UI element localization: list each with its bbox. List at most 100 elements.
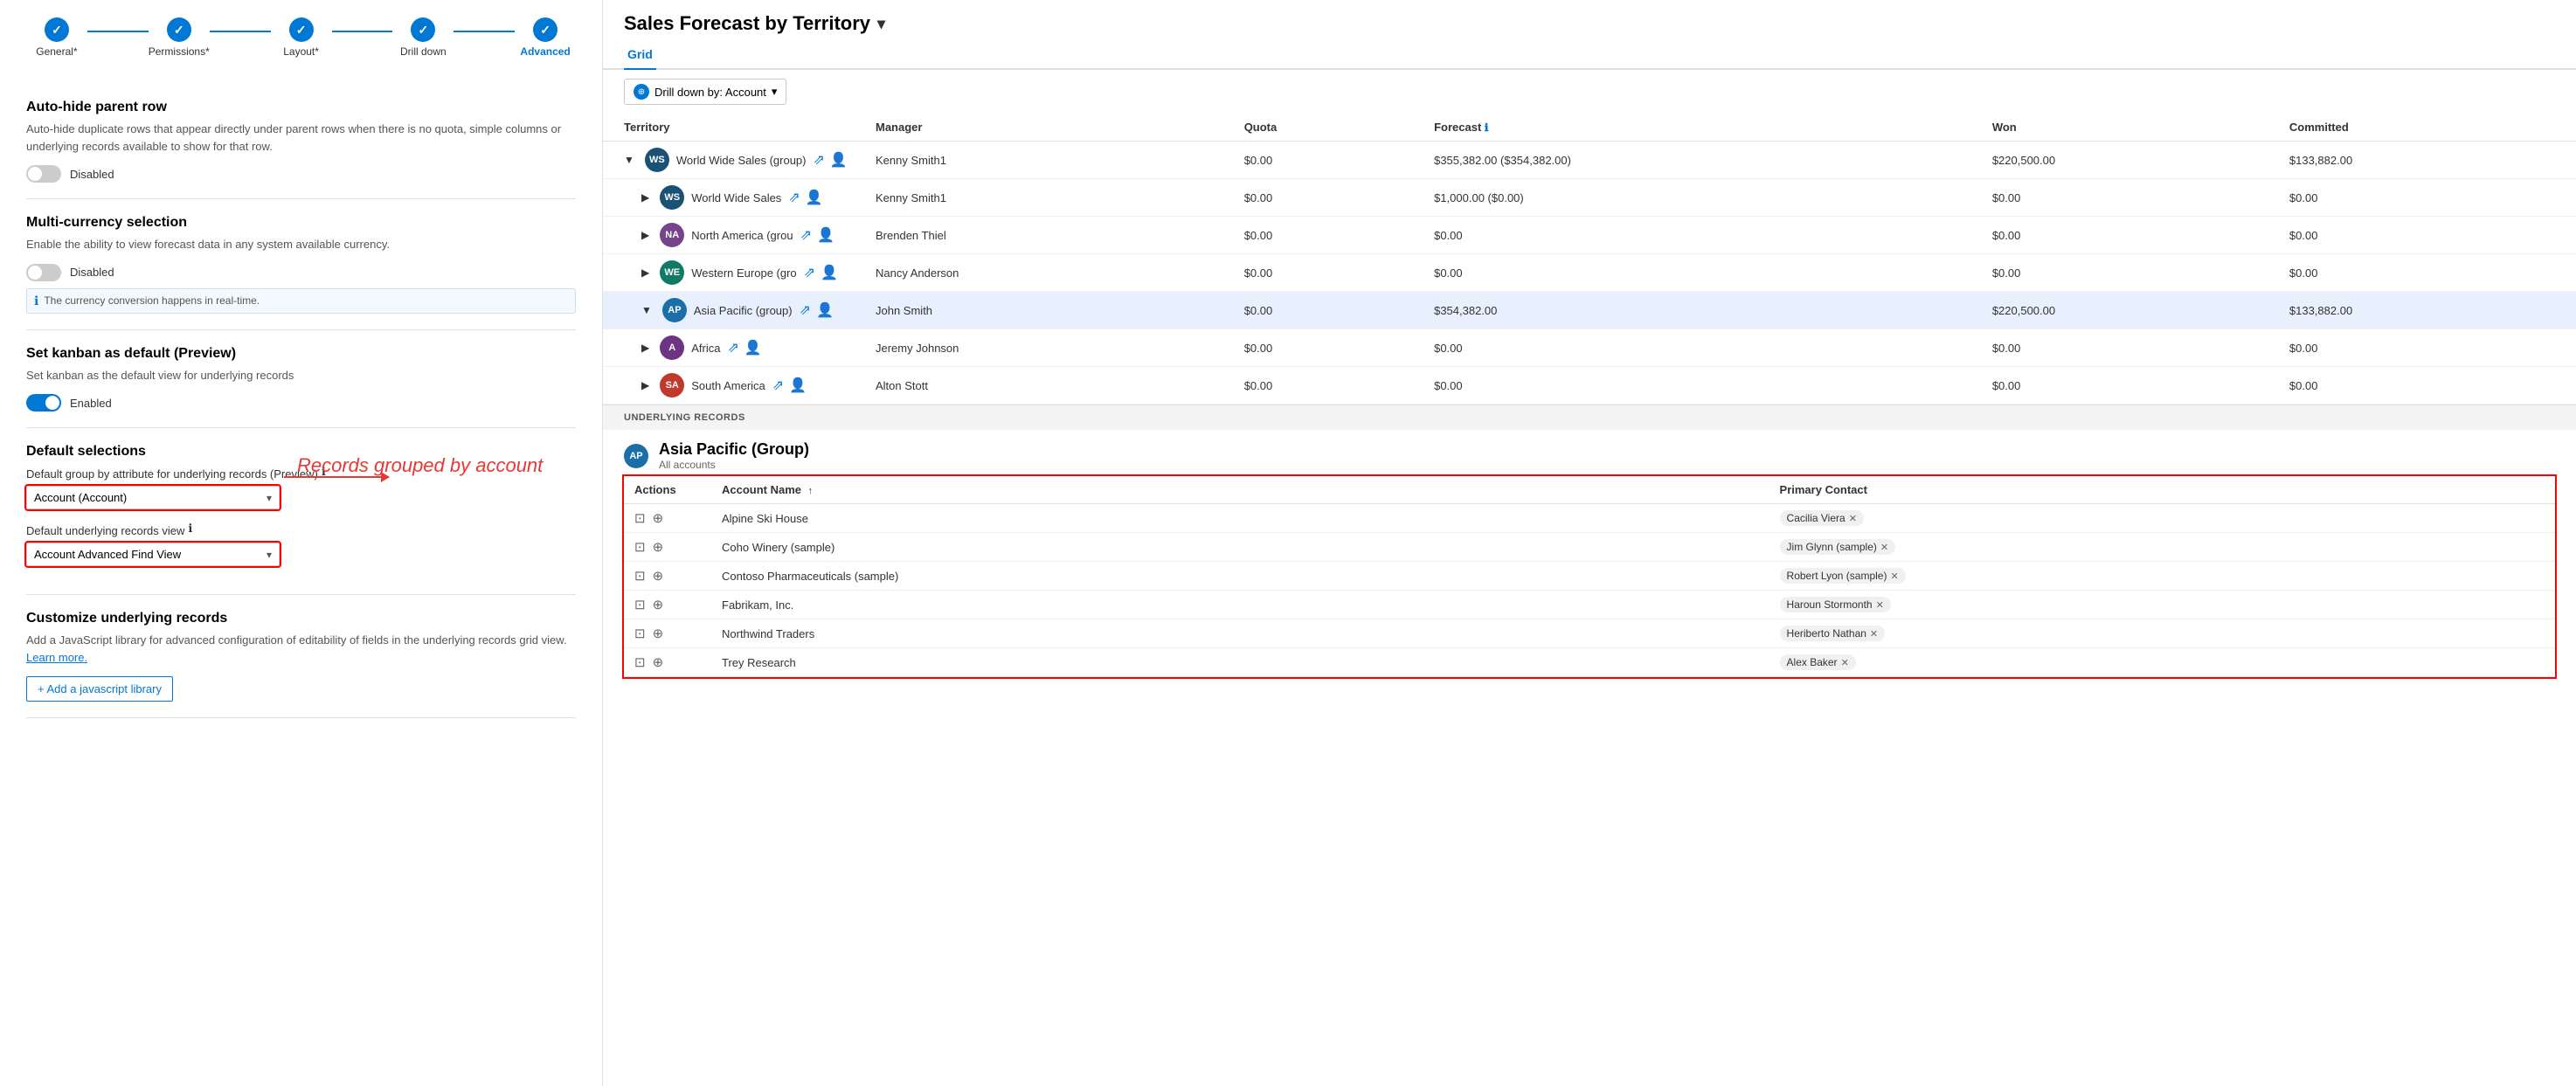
multicurrency-toggle[interactable] bbox=[26, 264, 61, 281]
contact-remove-1[interactable]: ✕ bbox=[1880, 542, 1888, 553]
step-advanced[interactable]: ✓ Advanced bbox=[515, 17, 576, 58]
share-icon-1[interactable]: ⇗ bbox=[788, 189, 800, 206]
col-primary-contact: Primary Contact bbox=[1769, 476, 2555, 504]
forecast-row-won-6: $0.00 bbox=[1982, 367, 2279, 405]
record-account-3[interactable]: Fabrikam, Inc. bbox=[711, 591, 1769, 619]
expand-btn-5[interactable]: ▶ bbox=[641, 342, 649, 354]
multicurrency-title: Multi-currency selection bbox=[26, 215, 576, 231]
view-info-icon[interactable]: ℹ bbox=[188, 522, 192, 536]
person-icon-4[interactable]: 👤 bbox=[816, 301, 834, 319]
record-open-icon-5[interactable]: ⊡ bbox=[634, 654, 646, 670]
record-contact-5: Alex Baker ✕ bbox=[1769, 648, 2555, 677]
underlying-avatar: AP bbox=[624, 444, 648, 468]
col-quota: Quota bbox=[1234, 114, 1423, 142]
contact-remove-3[interactable]: ✕ bbox=[1876, 599, 1884, 611]
col-committed: Committed bbox=[2279, 114, 2576, 142]
forecast-info-icon[interactable]: ℹ bbox=[1485, 121, 1489, 134]
step-circle-layout: ✓ bbox=[289, 17, 314, 42]
record-more-icon-2[interactable]: ⊕ bbox=[653, 568, 664, 584]
annotation-arrow bbox=[284, 476, 389, 478]
underlying-title-row: AP Asia Pacific (Group) All accounts bbox=[603, 430, 2576, 476]
col-account-name[interactable]: Account Name ↑ bbox=[711, 476, 1769, 504]
drilldown-button[interactable]: ⊕ Drill down by: Account ▾ bbox=[624, 79, 786, 105]
step-label-permissions: Permissions* bbox=[149, 45, 210, 58]
share-icon-0[interactable]: ⇗ bbox=[813, 151, 824, 169]
record-open-icon-0[interactable]: ⊡ bbox=[634, 510, 646, 526]
forecast-row-committed-1: $0.00 bbox=[2279, 179, 2576, 217]
step-circle-general: ✓ bbox=[45, 17, 69, 42]
record-more-icon-4[interactable]: ⊕ bbox=[653, 626, 664, 641]
contact-remove-2[interactable]: ✕ bbox=[1890, 571, 1898, 582]
forecast-title: Sales Forecast by Territory bbox=[624, 12, 870, 35]
autohide-toggle[interactable] bbox=[26, 165, 61, 183]
default-selections-section: Default selections Default group by attr… bbox=[26, 428, 576, 595]
add-javascript-button[interactable]: + Add a javascript library bbox=[26, 676, 173, 702]
contact-remove-0[interactable]: ✕ bbox=[1849, 513, 1857, 524]
territory-name-0: World Wide Sales (group) bbox=[676, 154, 807, 167]
record-open-icon-1[interactable]: ⊡ bbox=[634, 539, 646, 555]
forecast-row-forecast-2: $0.00 bbox=[1423, 217, 1982, 254]
customize-title: Customize underlying records bbox=[26, 611, 576, 626]
forecast-row-forecast-1: $1,000.00 ($0.00) bbox=[1423, 179, 1982, 217]
forecast-row-manager-5: Jeremy Johnson bbox=[865, 329, 1234, 367]
multicurrency-note: ℹ The currency conversion happens in rea… bbox=[26, 288, 576, 314]
record-open-icon-4[interactable]: ⊡ bbox=[634, 626, 646, 641]
contact-remove-4[interactable]: ✕ bbox=[1870, 628, 1878, 640]
person-icon-6[interactable]: 👤 bbox=[789, 377, 807, 394]
forecast-row-forecast-4: $354,382.00 bbox=[1423, 292, 1982, 329]
record-more-icon-0[interactable]: ⊕ bbox=[653, 510, 664, 526]
record-open-icon-2[interactable]: ⊡ bbox=[634, 568, 646, 584]
forecast-row-forecast-6: $0.00 bbox=[1423, 367, 1982, 405]
step-label-advanced: Advanced bbox=[520, 45, 570, 58]
record-more-icon-5[interactable]: ⊕ bbox=[653, 654, 664, 670]
forecast-row-quota-5: $0.00 bbox=[1234, 329, 1423, 367]
expand-btn-3[interactable]: ▶ bbox=[641, 266, 649, 279]
forecast-chevron-icon[interactable]: ▾ bbox=[877, 15, 885, 33]
kanban-toggle[interactable] bbox=[26, 394, 61, 412]
person-icon-3[interactable]: 👤 bbox=[821, 264, 838, 281]
record-actions-3: ⊡ ⊕ bbox=[624, 591, 711, 619]
person-icon-1[interactable]: 👤 bbox=[806, 189, 823, 206]
learn-more-link[interactable]: Learn more. bbox=[26, 651, 87, 664]
person-icon-0[interactable]: 👤 bbox=[830, 151, 848, 169]
record-account-2[interactable]: Contoso Pharmaceuticals (sample) bbox=[711, 562, 1769, 591]
annotation-text: Records grouped by account bbox=[297, 454, 543, 477]
drilldown-arrow-icon: ▾ bbox=[772, 85, 778, 99]
expand-btn-1[interactable]: ▶ bbox=[641, 191, 649, 204]
step-drilldown[interactable]: ✓ Drill down bbox=[392, 17, 454, 58]
person-icon-2[interactable]: 👤 bbox=[817, 226, 834, 244]
view-select[interactable]: Account Advanced Find View ▾ bbox=[26, 543, 280, 566]
step-layout[interactable]: ✓ Layout* bbox=[271, 17, 332, 58]
record-account-4[interactable]: Northwind Traders bbox=[711, 619, 1769, 648]
record-account-1[interactable]: Coho Winery (sample) bbox=[711, 533, 1769, 562]
person-icon-5[interactable]: 👤 bbox=[744, 339, 762, 356]
record-account-5[interactable]: Trey Research bbox=[711, 648, 1769, 677]
col-actions: Actions bbox=[624, 476, 711, 504]
tab-grid[interactable]: Grid bbox=[624, 40, 656, 70]
multicurrency-note-text: The currency conversion happens in real-… bbox=[44, 294, 260, 307]
expand-btn-4[interactable]: ▼ bbox=[641, 304, 652, 316]
record-open-icon-3[interactable]: ⊡ bbox=[634, 597, 646, 612]
share-icon-3[interactable]: ⇗ bbox=[804, 264, 815, 281]
forecast-row-quota-3: $0.00 bbox=[1234, 254, 1423, 292]
share-icon-4[interactable]: ⇗ bbox=[800, 301, 811, 319]
expand-btn-2[interactable]: ▶ bbox=[641, 229, 649, 241]
record-contact-2: Robert Lyon (sample) ✕ bbox=[1769, 562, 2555, 591]
record-account-0[interactable]: Alpine Ski House bbox=[711, 504, 1769, 533]
multicurrency-section: Multi-currency selection Enable the abil… bbox=[26, 199, 576, 330]
step-general[interactable]: ✓ General* bbox=[26, 17, 87, 58]
record-more-icon-1[interactable]: ⊕ bbox=[653, 539, 664, 555]
territory-avatar-5: A bbox=[660, 335, 684, 360]
territory-avatar-1: WS bbox=[660, 185, 684, 210]
record-more-icon-3[interactable]: ⊕ bbox=[653, 597, 664, 612]
group-by-select[interactable]: Account (Account) ▾ bbox=[26, 486, 280, 509]
share-icon-2[interactable]: ⇗ bbox=[800, 226, 812, 244]
share-icon-6[interactable]: ⇗ bbox=[772, 377, 784, 394]
expand-btn-6[interactable]: ▶ bbox=[641, 379, 649, 391]
forecast-row-territory-0: ▼ WS World Wide Sales (group) ⇗ 👤 bbox=[603, 142, 865, 179]
step-permissions[interactable]: ✓ Permissions* bbox=[149, 17, 210, 58]
expand-btn-0[interactable]: ▼ bbox=[624, 154, 634, 166]
record-actions-4: ⊡ ⊕ bbox=[624, 619, 711, 648]
contact-remove-5[interactable]: ✕ bbox=[1841, 657, 1849, 668]
share-icon-5[interactable]: ⇗ bbox=[727, 339, 738, 356]
